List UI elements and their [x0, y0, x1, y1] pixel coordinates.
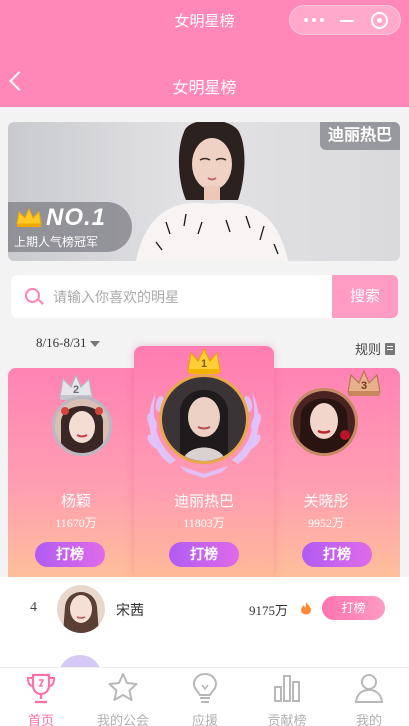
tab-my-guild[interactable]: 我的公会	[82, 668, 164, 726]
user-icon	[354, 674, 384, 703]
avatar	[290, 388, 358, 456]
rules-label: 规则	[354, 342, 381, 357]
search-icon	[25, 288, 40, 303]
star-photo	[57, 585, 105, 633]
rules-link[interactable]: 规则	[355, 339, 395, 358]
bar-chart-icon	[274, 675, 300, 702]
search-input[interactable]	[53, 275, 333, 318]
list-item-name: 宋茜	[116, 602, 144, 618]
star-photo	[293, 391, 355, 453]
chevron-down-icon	[89, 341, 100, 348]
podium-third-name: 关晓彤	[303, 493, 349, 510]
tab-me-label: 我的	[355, 713, 382, 726]
tab-home-label: 首页	[27, 713, 54, 726]
podium-second-name: 杨颖	[60, 493, 91, 510]
avatar	[57, 585, 105, 633]
more-icon[interactable]	[302, 12, 332, 28]
podium-third-place[interactable]: 3 关晓彤 9952万 打榜	[276, 368, 394, 577]
document-icon	[385, 343, 395, 355]
podium-third-vote-button[interactable]: 打榜	[302, 542, 372, 567]
tab-contribution[interactable]: 贡献榜	[246, 668, 328, 726]
star-photo	[162, 377, 246, 461]
lightbulb-icon	[192, 672, 218, 703]
podium-second-votes: 11670万	[55, 516, 97, 530]
champion-badge: NO.1 上期人气榜冠军	[8, 202, 132, 252]
mini-program-capsule	[289, 5, 401, 35]
top-bar: 女明星榜 女明星榜	[0, 0, 409, 107]
podium-first-place[interactable]: 1 迪丽热巴 11803万 打榜	[134, 346, 274, 577]
search-bar: 搜索	[11, 275, 398, 318]
gold-crown-icon: 1	[187, 347, 221, 374]
podium-third-rank: 3	[361, 380, 367, 392]
bottom-tab-bar: 首页 我的公会 应援 贡献榜 我的	[0, 667, 409, 726]
period-label: 8/16-8/31	[36, 335, 87, 350]
podium-first-name: 迪丽热巴	[173, 493, 234, 510]
banner-star-photo	[136, 122, 288, 261]
champion-banner[interactable]: 迪丽热巴 NO.1 上期人气榜冠军	[8, 122, 400, 261]
fire-icon	[301, 602, 311, 615]
list-item[interactable]: 4 宋茜 9175万 打榜	[0, 577, 409, 641]
champion-rank: NO.1	[46, 204, 107, 231]
close-target-icon[interactable]	[371, 12, 388, 29]
star-photo	[55, 399, 109, 453]
podium-second-place[interactable]: 2 杨颖 11670万 打榜	[20, 368, 132, 577]
tab-my-guild-label: 我的公会	[96, 713, 149, 726]
avatar	[159, 374, 249, 464]
podium-first-vote-button[interactable]: 打榜	[169, 542, 239, 567]
minimize-icon[interactable]	[340, 20, 354, 22]
tab-home[interactable]: 首页	[0, 668, 82, 726]
list-item-vote-button[interactable]: 打榜	[322, 596, 385, 620]
podium-second-rank: 2	[73, 384, 79, 396]
banner-star-name: 迪丽热巴	[319, 122, 400, 150]
bronze-crown-icon: 3	[347, 369, 381, 396]
tab-support[interactable]: 应援	[164, 668, 246, 726]
trophy-icon	[26, 673, 56, 704]
avatar	[52, 396, 112, 456]
tab-contribution-label: 贡献榜	[267, 713, 307, 726]
podium-first-rank: 1	[201, 358, 207, 370]
list-item-rank: 4	[30, 600, 37, 615]
list-item-votes: 9175万	[249, 603, 289, 618]
page-title: 女明星榜	[172, 80, 237, 97]
podium-second-vote-button[interactable]: 打榜	[35, 542, 105, 567]
tab-support-label: 应援	[191, 713, 218, 726]
podium-third-votes: 9952万	[307, 516, 344, 530]
period-selector[interactable]: 8/16-8/31	[36, 335, 100, 351]
crown-icon	[16, 207, 42, 227]
podium-first-votes: 11803万	[183, 516, 225, 530]
tab-me[interactable]: 我的	[328, 668, 409, 726]
search-button[interactable]: 搜索	[332, 275, 398, 318]
star-icon	[108, 673, 138, 701]
champion-caption: 上期人气榜冠军	[14, 235, 99, 249]
